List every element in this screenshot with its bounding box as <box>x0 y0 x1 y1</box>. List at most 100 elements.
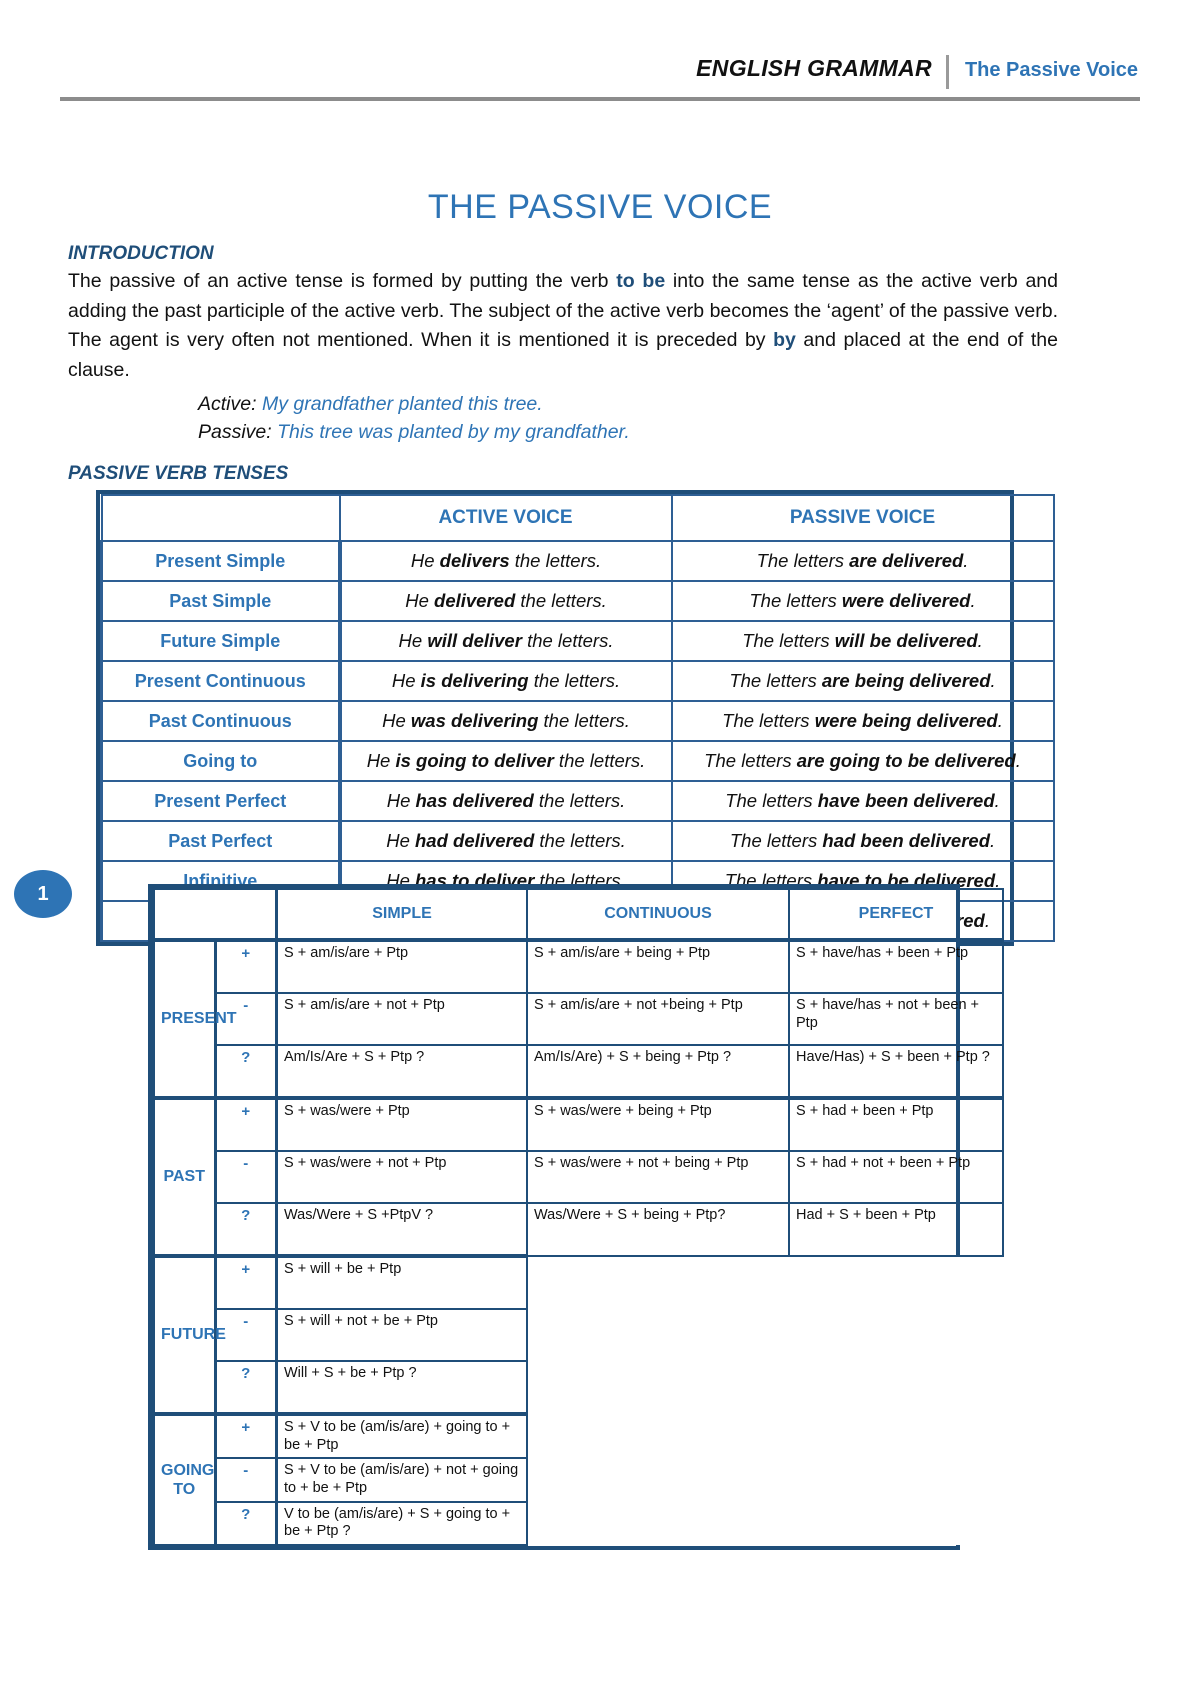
tense-label: Past Simple <box>100 580 342 622</box>
sign-question: ? <box>214 1044 278 1099</box>
formula-perfect: Have/Has) + S + been + Ptp ? <box>788 1044 1004 1099</box>
passive-verb-tenses-table: ACTIVE VOICE PASSIVE VOICE Present Simpl… <box>96 490 1055 946</box>
active-post: the letters. <box>509 550 602 571</box>
formula-simple: S + V to be (am/is/are) + going to + be … <box>275 1411 528 1460</box>
table-structures: SIMPLE CONTINUOUS PERFECT PRESENT + S + … <box>152 888 1004 1547</box>
passive-sentence: The letters were delivered. <box>670 580 1055 622</box>
table-row: - S + V to be (am/is/are) + not + going … <box>154 1457 1003 1503</box>
passive-structures-table: SIMPLE CONTINUOUS PERFECT PRESENT + S + … <box>148 884 1004 1551</box>
passive-post: . <box>963 550 969 571</box>
table-row: - S + am/is/are + not + Ptp S + am/is/ar… <box>154 992 1004 1046</box>
formula-perfect-empty <box>789 1361 1003 1414</box>
table-row: Past Simple He delivered the letters. Th… <box>100 580 1055 622</box>
sign-negative: - <box>214 1150 278 1204</box>
active-bold: is delivering <box>420 670 529 691</box>
formula-simple: Will + S + be + Ptp ? <box>275 1360 528 1415</box>
col-header-perfect: PERFECT <box>788 888 1004 941</box>
active-sentence: He is going to deliver the letters. <box>338 740 673 782</box>
table-row: ? Was/Were + S +PtpV ? Was/Were + S + be… <box>154 1202 1004 1257</box>
active-post: the letters. <box>538 710 630 731</box>
col-header-continuous: CONTINUOUS <box>526 888 790 941</box>
active-sentence: He delivers the letters. <box>338 540 673 582</box>
passive-bold: are being delivered <box>821 670 991 691</box>
tense-label: Going to <box>100 740 342 782</box>
formula-continuous: Was/Were + S + being + Ptp? <box>526 1202 790 1257</box>
passive-verb-tenses-label: PASSIVE VERB TENSES <box>68 463 289 484</box>
formula-simple: Am/Is/Are + S + Ptp ? <box>275 1044 528 1099</box>
formula-simple: S + was/were + not + Ptp <box>275 1150 528 1204</box>
formula-continuous: Am/Is/Are) + S + being + Ptp ? <box>526 1044 790 1099</box>
table-row: Present Simple He delivers the letters. … <box>100 540 1055 582</box>
page-title: THE PASSIVE VOICE <box>427 188 773 226</box>
col-header-simple: SIMPLE <box>275 888 528 941</box>
table-row: ? V to be (am/is/are) + S + going to + b… <box>154 1500 1003 1547</box>
passive-sentence: The letters are delivered. <box>670 540 1055 582</box>
tense-label: Past Continuous <box>100 700 342 742</box>
active-pre: He <box>386 830 415 851</box>
formula-perfect-empty <box>789 1309 1003 1361</box>
page-number-badge: 1 <box>14 870 72 918</box>
passive-post: . <box>977 630 983 651</box>
active-bold: will deliver <box>427 630 522 651</box>
tense-label: Present Simple <box>100 540 342 582</box>
introduction-section: INTRODUCTION The passive of an active te… <box>68 243 1058 447</box>
introduction-label: INTRODUCTION <box>68 243 214 264</box>
active-bold: delivers <box>439 550 510 571</box>
active-post: the letters. <box>521 630 614 651</box>
formula-perfect: S + have/has + been + Ptp <box>788 938 1004 994</box>
formula-simple: S + will + be + Ptp <box>275 1254 528 1310</box>
passive-sentence: The letters were being delivered. <box>670 700 1055 742</box>
passive-bold: were delivered <box>841 590 971 611</box>
passive-pre: The letters <box>729 830 823 851</box>
sign-question: ? <box>214 1202 278 1257</box>
table-row: ? Will + S + be + Ptp ? <box>154 1360 1003 1415</box>
passive-post: . <box>990 670 996 691</box>
active-pre: He <box>366 750 396 771</box>
passive-post: . <box>970 590 976 611</box>
table-row: Past Continuous He was delivering the le… <box>100 700 1055 742</box>
sign-positive: + <box>214 938 278 994</box>
introduction-paragraph: The passive of an active tense is formed… <box>68 267 1058 386</box>
passive-pre: The letters <box>704 750 797 771</box>
passive-pre: The letters <box>722 710 815 731</box>
table-row: FUTURE + S + will + be + Ptp <box>152 1254 1003 1415</box>
active-sentence: He is delivering the letters. <box>338 660 673 702</box>
active-sentence: He will deliver the letters. <box>338 620 673 662</box>
formula-simple: S + was/were + Ptp <box>275 1096 528 1152</box>
formula-continuous: S + am/is/are + being + Ptp <box>526 938 790 994</box>
sign-positive: + <box>214 1254 278 1310</box>
tense-label: Present Perfect <box>100 780 342 822</box>
passive-sentence: The letters are being delivered. <box>670 660 1055 702</box>
formula-continuous-empty <box>527 1414 789 1459</box>
passive-label: Passive: <box>198 421 272 444</box>
tense-label: Past Perfect <box>100 820 342 862</box>
passive-post: . <box>1015 750 1021 771</box>
sign-positive: + <box>214 1096 278 1152</box>
table-row: Going to He is going to deliver the lett… <box>100 740 1055 782</box>
table-row: Present Perfect He has delivered the let… <box>100 780 1055 822</box>
formula-continuous-empty <box>527 1309 789 1361</box>
formula-perfect-empty <box>789 1256 1003 1309</box>
sign-question: ? <box>214 1500 278 1547</box>
formula-perfect-empty <box>789 1501 1003 1546</box>
active-post: the letters. <box>534 830 626 851</box>
active-sentence: He delivered the letters. <box>338 580 673 622</box>
tense-group-label: FUTURE <box>152 1254 226 1415</box>
passive-pre: The letters <box>756 550 850 571</box>
active-sentence: He has delivered the letters. <box>338 780 673 822</box>
active-post: the letters. <box>528 670 621 691</box>
table-row: Present Continuous He is delivering the … <box>100 660 1055 702</box>
active-pre: He <box>386 790 416 811</box>
page-header: ENGLISH GRAMMAR The Passive Voice <box>60 55 1140 113</box>
tense-group-label: GOING TO <box>152 1411 217 1547</box>
col-header-active-voice: ACTIVE VOICE <box>338 494 673 542</box>
active-example: My grandfather planted this tree. <box>261 392 543 415</box>
formula-simple: S + am/is/are + Ptp <box>275 938 528 994</box>
examples-block: Active: My grandfather planted this tree… <box>68 390 1058 448</box>
active-pre: He <box>398 630 428 651</box>
formula-continuous-empty <box>527 1256 789 1309</box>
active-pre: He <box>391 670 421 691</box>
passive-post: . <box>994 790 1000 811</box>
passive-sentence: The letters have been delivered. <box>670 780 1055 822</box>
header-rule <box>60 97 1140 101</box>
